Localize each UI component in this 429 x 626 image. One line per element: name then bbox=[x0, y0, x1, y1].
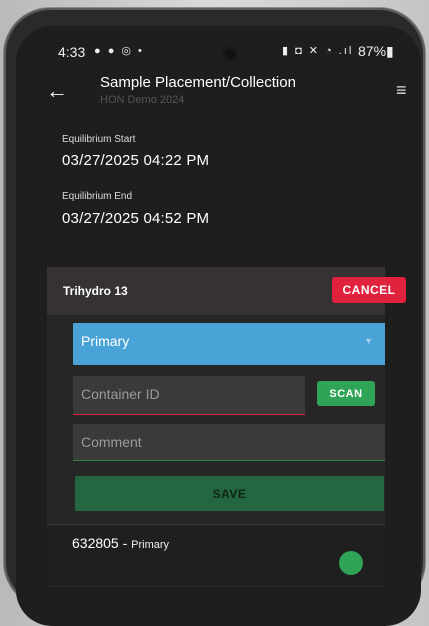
sample-id: 632805 bbox=[72, 535, 119, 551]
comment-input[interactable]: Comment bbox=[73, 424, 385, 461]
sample-type-select[interactable]: Primary ▼ bbox=[73, 323, 385, 365]
container-id-input[interactable]: Container ID bbox=[73, 376, 305, 415]
page-title: Sample Placement/Collection bbox=[100, 74, 296, 91]
camera-icon bbox=[225, 49, 235, 59]
phone-frame: 4:33 ● ● ◎ • ▮ ◘ ✕ ◔ .ıl 87%▮ ← Sample P… bbox=[4, 8, 425, 626]
status-check-icon bbox=[339, 551, 363, 575]
cancel-button[interactable]: CANCEL bbox=[332, 277, 406, 303]
app-bar: ← Sample Placement/Collection HON Demo 2… bbox=[16, 68, 421, 126]
card-title: Trihydro 13 bbox=[63, 284, 128, 298]
list-item[interactable]: 632805 - Primary bbox=[47, 525, 385, 585]
equilibrium-start-label: Equilibrium Start bbox=[62, 134, 136, 145]
container-id-placeholder: Container ID bbox=[81, 386, 160, 402]
equilibrium-end-label: Equilibrium End bbox=[62, 191, 133, 202]
card-header: Trihydro 13 CANCEL bbox=[47, 267, 406, 315]
list-item-title: 632805 - Primary bbox=[72, 535, 169, 551]
chevron-down-icon: ▼ bbox=[364, 336, 373, 346]
sample-type-value: Primary bbox=[81, 333, 130, 349]
page-subtitle: HON Demo 2024 bbox=[100, 94, 185, 106]
equilibrium-end-value: 03/27/2025 04:52 PM bbox=[62, 210, 210, 227]
hamburger-menu-icon[interactable]: ≡ bbox=[396, 80, 407, 101]
notification-icons: ● ● ◎ • bbox=[94, 45, 144, 57]
battery-indicator: 87%▮ bbox=[358, 43, 394, 59]
equilibrium-start-value: 03/27/2025 04:22 PM bbox=[62, 152, 210, 169]
comment-placeholder: Comment bbox=[81, 434, 142, 450]
save-button[interactable]: SAVE bbox=[75, 476, 384, 511]
system-status-icons: ▮ ◘ ✕ ◔ .ıl bbox=[282, 45, 354, 57]
back-arrow-icon[interactable]: ← bbox=[46, 78, 68, 104]
scan-button[interactable]: SCAN bbox=[317, 381, 375, 406]
id-separator: - bbox=[118, 535, 132, 551]
sample-type: Primary bbox=[131, 539, 170, 551]
status-time: 4:33 bbox=[58, 44, 86, 60]
screen: 4:33 ● ● ◎ • ▮ ◘ ✕ ◔ .ıl 87%▮ ← Sample P… bbox=[16, 26, 421, 626]
status-bar: 4:33 ● ● ◎ • ▮ ◘ ✕ ◔ .ıl 87%▮ bbox=[16, 26, 421, 68]
